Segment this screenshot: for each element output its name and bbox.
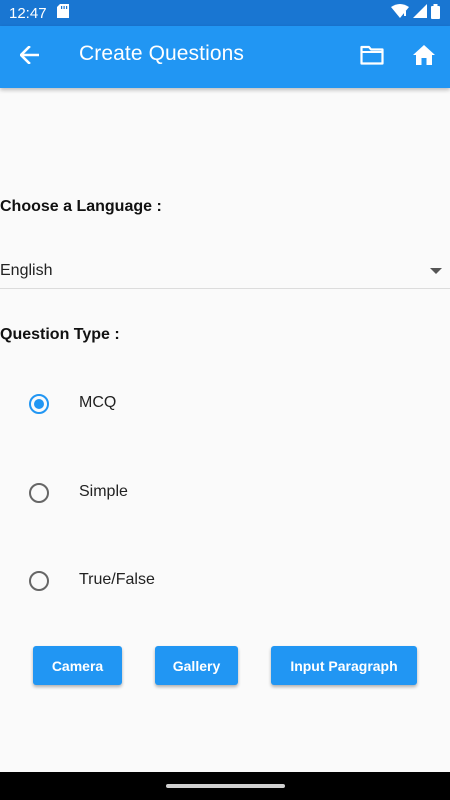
gallery-button[interactable]: Gallery: [155, 646, 238, 685]
radio-label-simple: Simple: [79, 483, 128, 500]
radio-option-simple[interactable]: Simple: [0, 474, 450, 514]
input-paragraph-button[interactable]: Input Paragraph: [271, 646, 417, 685]
question-type-label: Question Type :: [0, 326, 120, 343]
status-bar: 12:47: [0, 0, 450, 26]
page-title: Create Questions: [79, 42, 245, 65]
wifi-icon: [391, 4, 409, 22]
app-bar: Create Questions: [0, 26, 450, 88]
signal-icon: [413, 4, 427, 22]
radio-label-true-false: True/False: [79, 571, 155, 588]
back-button[interactable]: [14, 43, 46, 71]
home-button[interactable]: [408, 41, 440, 73]
camera-button[interactable]: Camera: [33, 646, 122, 685]
folder-icon: [360, 45, 384, 70]
radio-button[interactable]: [29, 571, 49, 591]
radio-option-mcq[interactable]: MCQ: [0, 385, 450, 425]
radio-button[interactable]: [29, 483, 49, 503]
sd-card-icon: [56, 4, 69, 22]
home-gesture-handle[interactable]: [166, 784, 285, 788]
status-time: 12:47: [9, 4, 47, 22]
dropdown-caret-icon: [430, 268, 442, 274]
system-nav-bar: [0, 772, 450, 800]
arrow-back-icon: [19, 44, 40, 69]
radio-option-true-false[interactable]: True/False: [0, 562, 450, 602]
radio-label-mcq: MCQ: [79, 394, 117, 411]
language-dropdown[interactable]: English: [0, 256, 450, 289]
radio-button-selected[interactable]: [29, 394, 49, 414]
language-selected-value: English: [0, 262, 53, 279]
folder-button[interactable]: [356, 41, 388, 73]
home-icon: [412, 44, 436, 71]
battery-icon: [431, 3, 440, 23]
language-label: Choose a Language :: [0, 198, 162, 215]
